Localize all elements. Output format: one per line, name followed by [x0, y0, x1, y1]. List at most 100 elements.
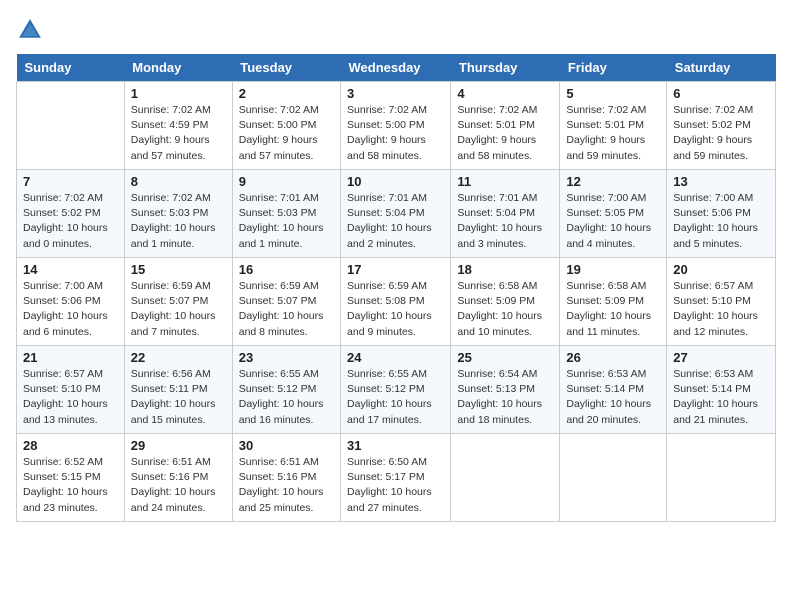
- page-header: [16, 16, 776, 44]
- day-info: Sunrise: 6:54 AMSunset: 5:13 PMDaylight:…: [457, 367, 553, 428]
- calendar-cell: 12 Sunrise: 7:00 AMSunset: 5:05 PMDayligh…: [560, 170, 667, 258]
- calendar-cell: 16 Sunrise: 6:59 AMSunset: 5:07 PMDayligh…: [232, 258, 340, 346]
- week-row-2: 7 Sunrise: 7:02 AMSunset: 5:02 PMDaylight…: [17, 170, 776, 258]
- calendar-cell: 24Sunrise: 6:55 AMSunset: 5:12 PMDayligh…: [341, 346, 451, 434]
- calendar-cell: 5 Sunrise: 7:02 AMSunset: 5:01 PMDaylight…: [560, 82, 667, 170]
- weekday-header-tuesday: Tuesday: [232, 54, 340, 82]
- week-row-4: 21Sunrise: 6:57 AMSunset: 5:10 PMDayligh…: [17, 346, 776, 434]
- day-number: 16: [239, 262, 334, 277]
- calendar-cell: 7 Sunrise: 7:02 AMSunset: 5:02 PMDaylight…: [17, 170, 125, 258]
- calendar-cell: 18 Sunrise: 6:58 AMSunset: 5:09 PMDayligh…: [451, 258, 560, 346]
- day-number: 5: [566, 86, 660, 101]
- day-info: Sunrise: 6:55 AMSunset: 5:12 PMDaylight:…: [347, 367, 444, 428]
- calendar-cell: [17, 82, 125, 170]
- day-number: 20: [673, 262, 769, 277]
- day-info: Sunrise: 7:02 AMSunset: 5:01 PMDaylight:…: [566, 103, 660, 164]
- day-number: 4: [457, 86, 553, 101]
- day-number: 3: [347, 86, 444, 101]
- day-number: 29: [131, 438, 226, 453]
- calendar-cell: [667, 434, 776, 522]
- day-number: 15: [131, 262, 226, 277]
- weekday-header-sunday: Sunday: [17, 54, 125, 82]
- day-info: Sunrise: 6:57 AMSunset: 5:10 PMDaylight:…: [673, 279, 769, 340]
- calendar-cell: 19 Sunrise: 6:58 AMSunset: 5:09 PMDayligh…: [560, 258, 667, 346]
- day-number: 30: [239, 438, 334, 453]
- day-info: Sunrise: 7:02 AMSunset: 5:02 PMDaylight:…: [23, 191, 118, 252]
- day-number: 22: [131, 350, 226, 365]
- day-number: 19: [566, 262, 660, 277]
- day-info: Sunrise: 6:59 AMSunset: 5:07 PMDaylight:…: [131, 279, 226, 340]
- day-number: 31: [347, 438, 444, 453]
- weekday-header-wednesday: Wednesday: [341, 54, 451, 82]
- day-info: Sunrise: 7:02 AMSunset: 5:00 PMDaylight:…: [347, 103, 444, 164]
- day-info: Sunrise: 7:02 AMSunset: 5:01 PMDaylight:…: [457, 103, 553, 164]
- calendar-cell: 27 Sunrise: 6:53 AMSunset: 5:14 PMDayligh…: [667, 346, 776, 434]
- calendar-cell: 17 Sunrise: 6:59 AMSunset: 5:08 PMDayligh…: [341, 258, 451, 346]
- day-number: 6: [673, 86, 769, 101]
- calendar-cell: 1 Sunrise: 7:02 AMSunset: 4:59 PMDaylight…: [124, 82, 232, 170]
- day-info: Sunrise: 7:00 AMSunset: 5:06 PMDaylight:…: [673, 191, 769, 252]
- weekday-header-row: SundayMondayTuesdayWednesdayThursdayFrid…: [17, 54, 776, 82]
- day-info: Sunrise: 7:02 AMSunset: 4:59 PMDaylight:…: [131, 103, 226, 164]
- day-number: 17: [347, 262, 444, 277]
- day-info: Sunrise: 7:01 AMSunset: 5:04 PMDaylight:…: [347, 191, 444, 252]
- calendar-cell: 3 Sunrise: 7:02 AMSunset: 5:00 PMDaylight…: [341, 82, 451, 170]
- weekday-header-friday: Friday: [560, 54, 667, 82]
- day-number: 28: [23, 438, 118, 453]
- calendar-cell: 6Sunrise: 7:02 AMSunset: 5:02 PMDaylight…: [667, 82, 776, 170]
- day-number: 21: [23, 350, 118, 365]
- day-info: Sunrise: 7:02 AMSunset: 5:03 PMDaylight:…: [131, 191, 226, 252]
- day-info: Sunrise: 7:00 AMSunset: 5:05 PMDaylight:…: [566, 191, 660, 252]
- calendar-cell: 11 Sunrise: 7:01 AMSunset: 5:04 PMDayligh…: [451, 170, 560, 258]
- calendar-cell: 20 Sunrise: 6:57 AMSunset: 5:10 PMDayligh…: [667, 258, 776, 346]
- day-info: Sunrise: 6:56 AMSunset: 5:11 PMDaylight:…: [131, 367, 226, 428]
- day-info: Sunrise: 7:01 AMSunset: 5:04 PMDaylight:…: [457, 191, 553, 252]
- calendar-cell: 9 Sunrise: 7:01 AMSunset: 5:03 PMDaylight…: [232, 170, 340, 258]
- day-number: 14: [23, 262, 118, 277]
- calendar-cell: 30Sunrise: 6:51 AMSunset: 5:16 PMDayligh…: [232, 434, 340, 522]
- day-info: Sunrise: 6:59 AMSunset: 5:08 PMDaylight:…: [347, 279, 444, 340]
- day-number: 7: [23, 174, 118, 189]
- logo: [16, 16, 48, 44]
- day-number: 11: [457, 174, 553, 189]
- day-number: 25: [457, 350, 553, 365]
- weekday-header-monday: Monday: [124, 54, 232, 82]
- day-number: 23: [239, 350, 334, 365]
- week-row-5: 28 Sunrise: 6:52 AMSunset: 5:15 PMDayligh…: [17, 434, 776, 522]
- day-info: Sunrise: 6:50 AMSunset: 5:17 PMDaylight:…: [347, 455, 444, 516]
- day-info: Sunrise: 6:58 AMSunset: 5:09 PMDaylight:…: [457, 279, 553, 340]
- day-number: 1: [131, 86, 226, 101]
- day-number: 9: [239, 174, 334, 189]
- calendar-cell: 23Sunrise: 6:55 AMSunset: 5:12 PMDayligh…: [232, 346, 340, 434]
- day-number: 27: [673, 350, 769, 365]
- logo-icon: [16, 16, 44, 44]
- day-number: 12: [566, 174, 660, 189]
- day-info: Sunrise: 6:52 AMSunset: 5:15 PMDaylight:…: [23, 455, 118, 516]
- week-row-3: 14 Sunrise: 7:00 AMSunset: 5:06 PMDayligh…: [17, 258, 776, 346]
- calendar-cell: 26Sunrise: 6:53 AMSunset: 5:14 PMDayligh…: [560, 346, 667, 434]
- calendar-cell: 21Sunrise: 6:57 AMSunset: 5:10 PMDayligh…: [17, 346, 125, 434]
- calendar-cell: 14 Sunrise: 7:00 AMSunset: 5:06 PMDayligh…: [17, 258, 125, 346]
- calendar-cell: 8Sunrise: 7:02 AMSunset: 5:03 PMDaylight…: [124, 170, 232, 258]
- calendar-cell: 22 Sunrise: 6:56 AMSunset: 5:11 PMDayligh…: [124, 346, 232, 434]
- day-info: Sunrise: 6:53 AMSunset: 5:14 PMDaylight:…: [673, 367, 769, 428]
- calendar-cell: 4 Sunrise: 7:02 AMSunset: 5:01 PMDaylight…: [451, 82, 560, 170]
- calendar-cell: 13 Sunrise: 7:00 AMSunset: 5:06 PMDayligh…: [667, 170, 776, 258]
- day-number: 10: [347, 174, 444, 189]
- day-info: Sunrise: 6:58 AMSunset: 5:09 PMDaylight:…: [566, 279, 660, 340]
- day-number: 18: [457, 262, 553, 277]
- calendar-cell: 2Sunrise: 7:02 AMSunset: 5:00 PMDaylight…: [232, 82, 340, 170]
- day-number: 2: [239, 86, 334, 101]
- calendar-cell: [560, 434, 667, 522]
- calendar-cell: 10 Sunrise: 7:01 AMSunset: 5:04 PMDayligh…: [341, 170, 451, 258]
- day-info: Sunrise: 6:53 AMSunset: 5:14 PMDaylight:…: [566, 367, 660, 428]
- calendar-table: SundayMondayTuesdayWednesdayThursdayFrid…: [16, 54, 776, 522]
- day-info: Sunrise: 7:01 AMSunset: 5:03 PMDaylight:…: [239, 191, 334, 252]
- day-info: Sunrise: 7:00 AMSunset: 5:06 PMDaylight:…: [23, 279, 118, 340]
- day-info: Sunrise: 6:59 AMSunset: 5:07 PMDaylight:…: [239, 279, 334, 340]
- day-info: Sunrise: 6:51 AMSunset: 5:16 PMDaylight:…: [131, 455, 226, 516]
- day-number: 13: [673, 174, 769, 189]
- weekday-header-thursday: Thursday: [451, 54, 560, 82]
- calendar-cell: 29 Sunrise: 6:51 AMSunset: 5:16 PMDayligh…: [124, 434, 232, 522]
- calendar-cell: 15 Sunrise: 6:59 AMSunset: 5:07 PMDayligh…: [124, 258, 232, 346]
